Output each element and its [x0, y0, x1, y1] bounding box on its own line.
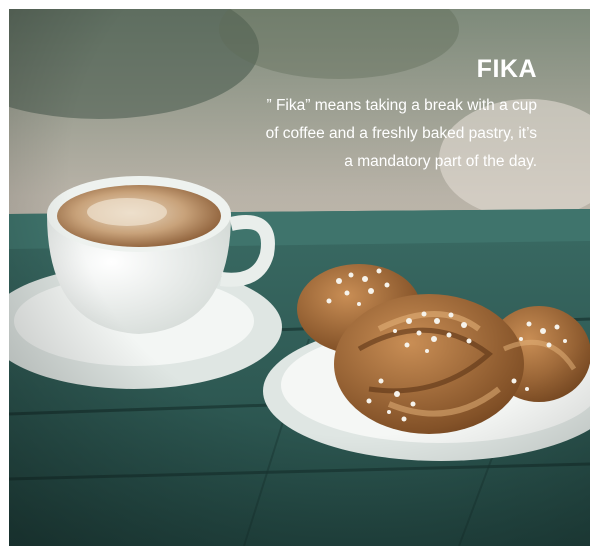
caption-line: ” Fika” means taking a break with a cup: [266, 97, 537, 114]
page-title: FIKA: [476, 55, 537, 83]
caption-line: of coffee and a freshly baked pastry, it…: [265, 125, 537, 142]
caption-line: a mandatory part of the day.: [344, 153, 537, 170]
photo-frame: FIKA ” Fika” means taking a break with a…: [9, 9, 590, 546]
overlay-text: FIKA ” Fika” means taking a break with a…: [117, 53, 537, 176]
caption: ” Fika” means taking a break with a cup …: [117, 92, 537, 176]
